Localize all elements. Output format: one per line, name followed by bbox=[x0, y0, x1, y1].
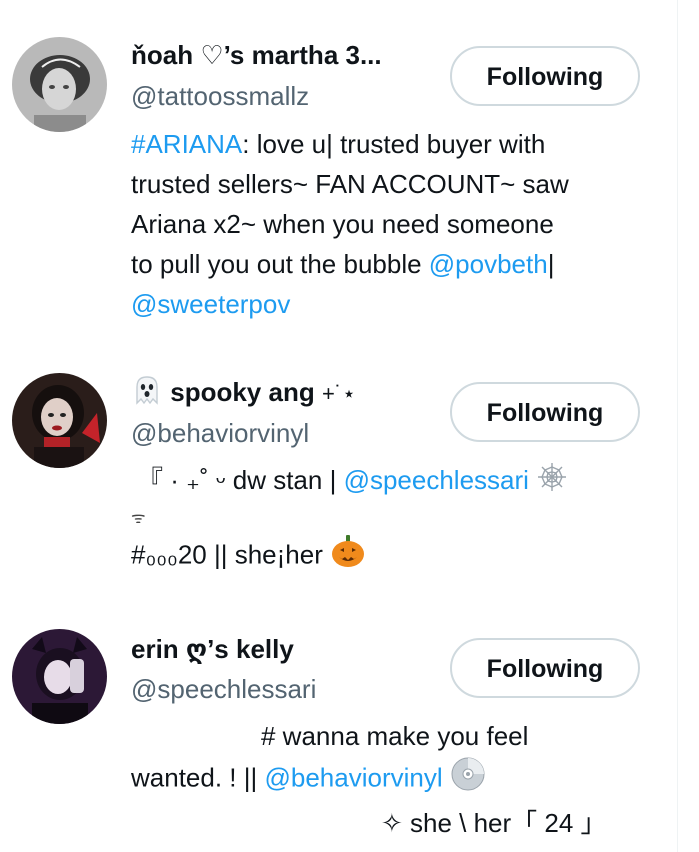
following-button[interactable]: Following bbox=[450, 382, 640, 442]
bio-line: 『 · ₊˚ ᵕ dw stan | @speechlessari bbox=[131, 460, 641, 504]
mention-link[interactable]: @sweeterpov bbox=[131, 289, 290, 319]
display-name: spooky ang bbox=[170, 377, 315, 407]
user-cell-tattoossmallz[interactable]: ňoah ♡’s martha 3... @tattoossmallz Foll… bbox=[0, 0, 677, 340]
bio-text: #₀₀₀20 || she¡her bbox=[131, 539, 323, 569]
bio-line: wanted. ! || @behaviorvinyl bbox=[131, 756, 641, 803]
user-cell-speechlessari[interactable]: erin ღ’s kelly @speechlessari Following … bbox=[0, 602, 677, 852]
avatar[interactable] bbox=[12, 629, 107, 724]
following-button[interactable]: Following bbox=[450, 638, 640, 698]
user-handle[interactable]: @behaviorvinyl bbox=[131, 417, 309, 449]
bio-text: # wanna make you feel bbox=[261, 721, 529, 751]
bio-line: #ARIANA: love u| trusted buyer with bbox=[131, 124, 641, 164]
hashtag-link[interactable]: #ARIANA bbox=[131, 129, 242, 159]
user-handle[interactable]: @speechlessari bbox=[131, 673, 316, 705]
display-name-row[interactable]: spooky ang +˙⋆ bbox=[131, 375, 431, 409]
bio-text: ✧ she \ her「 24 」 bbox=[381, 808, 607, 838]
disc-icon bbox=[450, 756, 486, 803]
ghost-icon bbox=[131, 375, 163, 409]
bio-text: : love u| trusted buyer with bbox=[242, 129, 546, 159]
display-name-suffix: +˙⋆ bbox=[321, 381, 356, 406]
jack-o-lantern-icon bbox=[330, 534, 366, 579]
user-handle[interactable]: @tattoossmallz bbox=[131, 80, 309, 112]
spider-web-icon bbox=[536, 461, 568, 504]
user-bio: # wanna make you feel wanted. ! || @beha… bbox=[131, 716, 641, 843]
display-name[interactable]: ňoah ♡’s martha 3... bbox=[131, 38, 431, 72]
user-cell-behaviorvinyl[interactable]: spooky ang +˙⋆ @behaviorvinyl Following … bbox=[0, 345, 677, 595]
bio-text: wanted. ! || bbox=[131, 762, 265, 793]
avatar[interactable] bbox=[12, 373, 107, 468]
bio-text: to pull you out the bubble bbox=[131, 249, 429, 279]
user-bio: 『 · ₊˚ ᵕ dw stan | @speechlessari ᯤ #₀₀₀… bbox=[131, 460, 641, 579]
display-name[interactable]: erin ღ’s kelly bbox=[131, 632, 431, 666]
bio-line: to pull you out the bubble @povbeth| bbox=[131, 244, 641, 284]
bio-text: trusted sellers~ FAN ACCOUNT~ saw bbox=[131, 169, 569, 199]
scroll-edge bbox=[677, 0, 699, 852]
avatar[interactable] bbox=[12, 37, 107, 132]
mention-link[interactable]: @speechlessari bbox=[344, 465, 529, 495]
bio-text: Ariana x2~ when you need someone bbox=[131, 209, 554, 239]
mention-link[interactable]: @povbeth bbox=[429, 249, 548, 279]
user-bio: #ARIANA: love u| trusted buyer with trus… bbox=[131, 124, 641, 324]
bio-text: 『 · ₊˚ ᵕ dw stan | bbox=[137, 465, 344, 495]
bio-line: #₀₀₀20 || she¡her bbox=[131, 534, 641, 579]
bio-line: @sweeterpov bbox=[131, 284, 641, 324]
bio-text: ᯤ bbox=[131, 509, 146, 527]
bio-text: | bbox=[547, 249, 555, 279]
mention-link[interactable]: @behaviorvinyl bbox=[264, 762, 442, 792]
following-button[interactable]: Following bbox=[450, 46, 640, 106]
